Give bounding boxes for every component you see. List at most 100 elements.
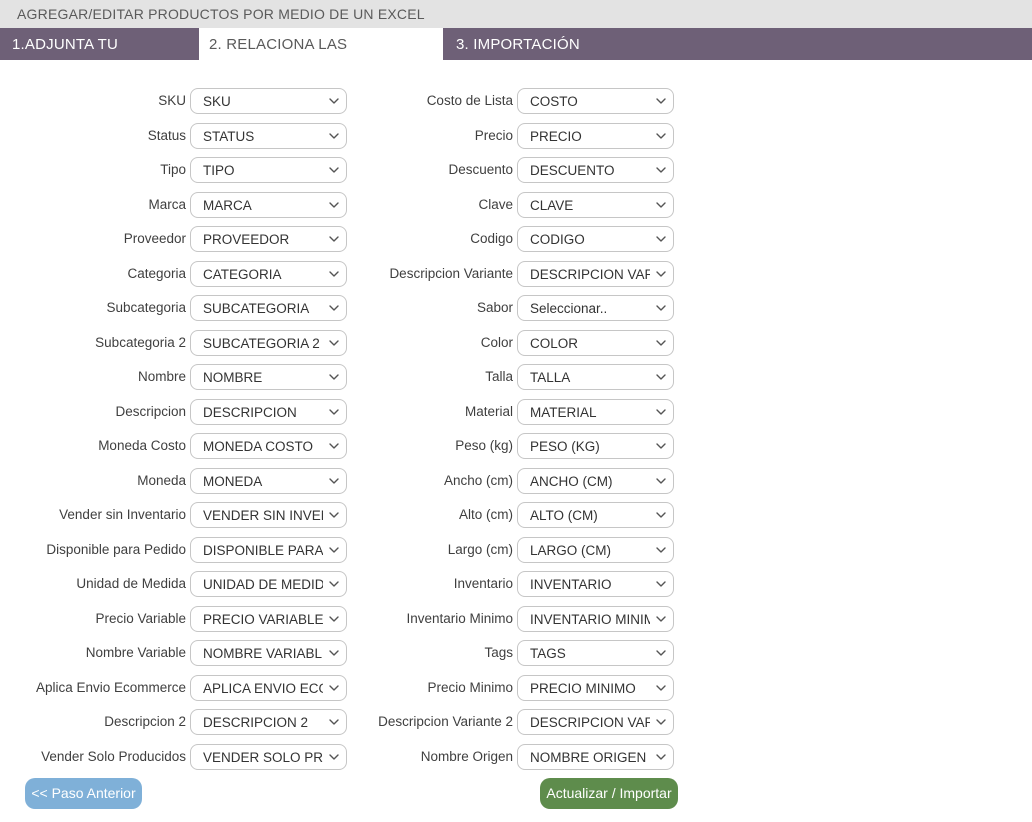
- column-select-nombre-variable[interactable]: NOMBRE VARIABLE: [190, 640, 347, 666]
- column-select-nombre-origen[interactable]: NOMBRE ORIGEN: [517, 744, 674, 770]
- chevron-down-icon: [327, 508, 341, 522]
- field-label-descuento: Descuento: [448, 162, 513, 177]
- select-value: CODIGO: [530, 232, 585, 247]
- chevron-down-icon: [654, 370, 668, 384]
- column-select-descripcion-variante-2[interactable]: DESCRIPCION VARIANTE 2: [517, 709, 674, 735]
- column-select-moneda-costo[interactable]: MONEDA COSTO: [190, 433, 347, 459]
- select-value: MONEDA COSTO: [203, 439, 314, 454]
- column-select-sabor[interactable]: Seleccionar..: [517, 295, 674, 321]
- column-select-marca[interactable]: MARCA: [190, 192, 347, 218]
- chevron-down-icon: [654, 198, 668, 212]
- column-select-moneda[interactable]: MONEDA: [190, 468, 347, 494]
- chevron-down-icon: [654, 577, 668, 591]
- column-select-tipo[interactable]: TIPO: [190, 157, 347, 183]
- column-select-precio-minimo[interactable]: PRECIO MINIMO: [517, 675, 674, 701]
- select-value: ALTO (CM): [530, 508, 598, 523]
- column-select-talla[interactable]: TALLA: [517, 364, 674, 390]
- tab-importacion[interactable]: 3. IMPORTACIÓN: [446, 28, 606, 60]
- column-select-precio-variable[interactable]: PRECIO VARIABLE: [190, 606, 347, 632]
- column-select-clave[interactable]: CLAVE: [517, 192, 674, 218]
- select-value: COSTO: [530, 94, 578, 109]
- column-select-alto-cm[interactable]: ALTO (CM): [517, 502, 674, 528]
- column-select-unidad-de-medida[interactable]: UNIDAD DE MEDIDA: [190, 571, 347, 597]
- chevron-down-icon: [654, 715, 668, 729]
- column-select-proveedor[interactable]: PROVEEDOR: [190, 226, 347, 252]
- field-label-nombre: Nombre: [137, 369, 186, 384]
- field-label-costo-de-lista: Costo de Lista: [426, 93, 513, 108]
- select-value: SKU: [203, 94, 231, 109]
- chevron-down-icon: [327, 336, 341, 350]
- field-label-inventario-minimo: Inventario Minimo: [406, 611, 513, 626]
- field-label-nombre-origen: Nombre Origen: [420, 749, 513, 764]
- chevron-down-icon: [327, 681, 341, 695]
- column-select-peso-kg[interactable]: PESO (KG): [517, 433, 674, 459]
- column-select-descripcion-2[interactable]: DESCRIPCION 2: [190, 709, 347, 735]
- column-select-descripcion-variante[interactable]: DESCRIPCION VARIANTE: [517, 261, 674, 287]
- update-import-button[interactable]: Actualizar / Importar: [540, 778, 678, 809]
- column-select-disponible-para-pedido[interactable]: DISPONIBLE PARA PEDIDO: [190, 537, 347, 563]
- column-select-categoria[interactable]: CATEGORIA: [190, 261, 347, 287]
- column-select-material[interactable]: MATERIAL: [517, 399, 674, 425]
- select-value: APLICA ENVIO ECOMMERCE: [203, 681, 323, 696]
- chevron-down-icon: [327, 163, 341, 177]
- field-label-largo-cm: Largo (cm): [447, 542, 513, 557]
- field-label-precio-variable: Precio Variable: [95, 611, 186, 626]
- column-select-vender-solo-producidos[interactable]: VENDER SOLO PRODUCIDOS: [190, 744, 347, 770]
- field-label-color: Color: [480, 335, 513, 350]
- column-select-costo-de-lista[interactable]: COSTO: [517, 88, 674, 114]
- column-select-codigo[interactable]: CODIGO: [517, 226, 674, 252]
- field-label-proveedor: Proveedor: [123, 231, 186, 246]
- chevron-down-icon: [327, 612, 341, 626]
- field-label-sku: SKU: [158, 93, 186, 108]
- chevron-down-icon: [654, 163, 668, 177]
- field-label-status: Status: [147, 128, 186, 143]
- select-value: UNIDAD DE MEDIDA: [203, 577, 323, 592]
- column-select-color[interactable]: COLOR: [517, 330, 674, 356]
- column-select-nombre[interactable]: NOMBRE: [190, 364, 347, 390]
- column-select-inventario[interactable]: INVENTARIO: [517, 571, 674, 597]
- column-select-precio[interactable]: PRECIO: [517, 123, 674, 149]
- column-select-descuento[interactable]: DESCUENTO: [517, 157, 674, 183]
- field-label-marca: Marca: [148, 197, 186, 212]
- chevron-down-icon: [327, 577, 341, 591]
- field-label-vender-solo-producidos: Vender Solo Producidos: [41, 749, 186, 764]
- field-label-descripcion-2: Descripcion 2: [104, 714, 186, 729]
- column-select-descripcion[interactable]: DESCRIPCION: [190, 399, 347, 425]
- column-select-largo-cm[interactable]: LARGO (CM): [517, 537, 674, 563]
- chevron-down-icon: [654, 267, 668, 281]
- previous-step-button[interactable]: << Paso Anterior: [25, 778, 142, 809]
- chevron-down-icon: [327, 301, 341, 315]
- chevron-down-icon: [327, 129, 341, 143]
- field-label-aplica-envio-ecommerce: Aplica Envio Ecommerce: [35, 680, 186, 695]
- column-select-tags[interactable]: TAGS: [517, 640, 674, 666]
- chevron-down-icon: [327, 439, 341, 453]
- chevron-down-icon: [327, 750, 341, 764]
- chevron-down-icon: [654, 301, 668, 315]
- chevron-down-icon: [327, 646, 341, 660]
- column-select-ancho-cm[interactable]: ANCHO (CM): [517, 468, 674, 494]
- column-select-aplica-envio-ecommerce[interactable]: APLICA ENVIO ECOMMERCE: [190, 675, 347, 701]
- chevron-down-icon: [327, 715, 341, 729]
- select-value: SUBCATEGORIA: [203, 301, 310, 316]
- column-select-subcategoria-2[interactable]: SUBCATEGORIA 2: [190, 330, 347, 356]
- field-label-subcategoria: Subcategoria: [106, 300, 186, 315]
- column-select-status[interactable]: STATUS: [190, 123, 347, 149]
- column-select-vender-sin-inventario[interactable]: VENDER SIN INVENTARIO: [190, 502, 347, 528]
- tab-adjunta-archivo[interactable]: 1.ADJUNTA TU ARCHIVO: [2, 28, 198, 87]
- chevron-down-icon: [654, 646, 668, 660]
- chevron-down-icon: [327, 405, 341, 419]
- select-value: Seleccionar..: [530, 301, 608, 316]
- select-value: PESO (KG): [530, 439, 600, 454]
- chevron-down-icon: [327, 543, 341, 557]
- column-select-subcategoria[interactable]: SUBCATEGORIA: [190, 295, 347, 321]
- column-select-sku[interactable]: SKU: [190, 88, 347, 114]
- select-value: DISPONIBLE PARA PEDIDO: [203, 543, 323, 558]
- tab-relaciona-columnas[interactable]: 2. RELACIONA LAS COLUMNAS: [199, 28, 443, 87]
- column-select-inventario-minimo[interactable]: INVENTARIO MINIMO: [517, 606, 674, 632]
- select-value: TIPO: [203, 163, 235, 178]
- chevron-down-icon: [327, 232, 341, 246]
- field-label-tipo: Tipo: [160, 162, 186, 177]
- field-label-material: Material: [464, 404, 513, 419]
- chevron-down-icon: [327, 198, 341, 212]
- field-label-vender-sin-inventario: Vender sin Inventario: [59, 507, 186, 522]
